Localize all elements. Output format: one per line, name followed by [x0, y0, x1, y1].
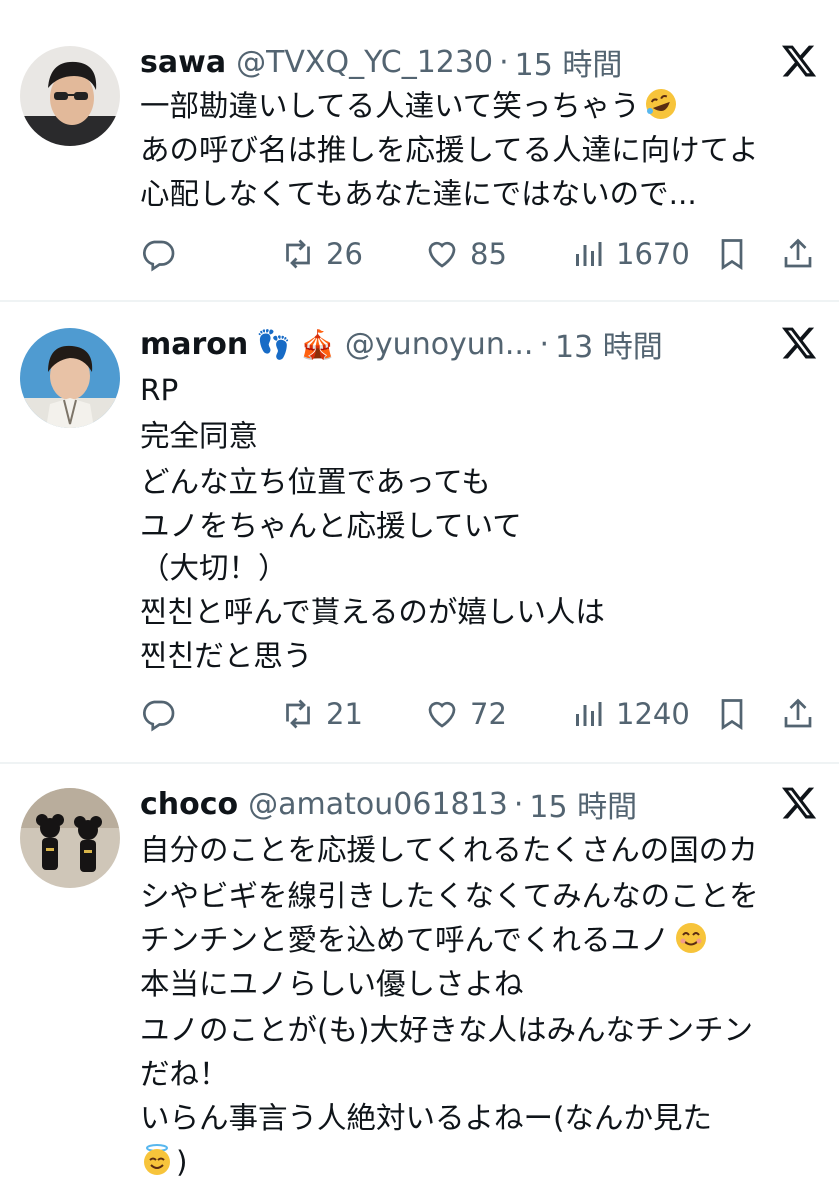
separator-dot: · — [513, 786, 524, 822]
tweet-text-line: チンチンと愛を込めて呼んでくれるユノ — [140, 918, 708, 962]
tweet-text: ) — [176, 1145, 188, 1179]
avatar[interactable] — [20, 788, 120, 888]
bookmark-icon — [714, 236, 750, 272]
retweet-icon — [280, 236, 316, 272]
tweet-text: 完全同意 — [140, 419, 259, 453]
like-count: 85 — [470, 237, 507, 271]
tweet-text: ユノをちゃんと応援していて — [140, 509, 522, 543]
bookmark-button[interactable] — [714, 692, 750, 736]
reply-icon — [140, 696, 176, 732]
like-count: 72 — [470, 697, 507, 731]
retweet-button[interactable]: 26 — [280, 232, 363, 276]
tweet-text: 一部勘違いしてる人達いて笑っちゃう — [140, 89, 640, 123]
rofl-emoji-icon — [644, 87, 678, 121]
smiling-face-emoji-icon — [674, 921, 708, 955]
x-logo-icon — [780, 324, 818, 362]
share-icon — [780, 696, 816, 732]
views-button[interactable]: 1240 — [570, 692, 690, 736]
user-handle[interactable]: @TVXQ_YC_1230 — [236, 45, 493, 80]
tweet-text: （大切！） — [140, 551, 288, 585]
tweet-header: choco @amatou061813 · 15 時間 — [140, 782, 637, 826]
tweet-actions: 26 85 1670 — [140, 232, 820, 276]
tweet-text-line: 一部勘違いしてる人達いて笑っちゃう — [140, 84, 678, 128]
tweet-text: どんな立ち位置であっても — [140, 465, 491, 499]
views-button[interactable]: 1670 — [570, 232, 690, 276]
share-icon — [780, 236, 816, 272]
timestamp[interactable]: 13 時間 — [555, 322, 663, 366]
tweet-header: maron 👣 🎪 @yunoyun... · 13 時間 — [140, 322, 663, 366]
name-emoji: 👣 🎪 — [256, 327, 335, 361]
avatar[interactable] — [20, 328, 120, 428]
views-icon — [570, 696, 606, 732]
bookmark-button[interactable] — [714, 232, 750, 276]
display-name[interactable]: sawa — [140, 45, 226, 80]
tweet-text: 찐친と呼んで貰えるのが嬉しい人は — [140, 595, 605, 629]
display-name[interactable]: maron — [140, 327, 248, 362]
tweet-header: sawa @TVXQ_YC_1230 · 15 時間 — [140, 40, 622, 84]
tweet-text: シやビギを線引きしたくなくてみんなのことを — [140, 879, 759, 913]
tweet-text: チンチンと愛を込めて呼んでくれるユノ — [140, 923, 670, 957]
tweet-text: あの呼び名は推しを応援してる人達に向けてよ — [140, 133, 759, 167]
retweet-button[interactable]: 21 — [280, 692, 363, 736]
tweet-text: いらん事言う人絶対いるよねー(なんか見た — [140, 1101, 713, 1135]
timestamp[interactable]: 15 時間 — [529, 782, 637, 826]
divider — [0, 300, 839, 302]
reply-icon — [140, 236, 176, 272]
retweet-count: 26 — [326, 237, 363, 271]
halo-face-emoji-icon — [140, 1143, 174, 1177]
retweet-count: 21 — [326, 697, 363, 731]
separator-dot: · — [539, 326, 549, 362]
avatar[interactable] — [20, 46, 120, 146]
x-logo-icon — [780, 42, 818, 80]
timestamp[interactable]: 15 時間 — [515, 40, 623, 84]
tweet-text: 自分のことを応援してくれるたくさんの国のカ — [140, 833, 758, 867]
bookmark-icon — [714, 696, 750, 732]
heart-icon — [424, 696, 460, 732]
display-name[interactable]: choco — [140, 787, 238, 822]
tweet-text-line: ) — [140, 1140, 188, 1184]
tweet-text: ユノのことが(も)大好きな人はみんなチンチン — [140, 1013, 754, 1047]
reply-button[interactable] — [140, 692, 176, 736]
reply-button[interactable] — [140, 232, 176, 276]
share-button[interactable] — [780, 692, 816, 736]
views-count: 1670 — [616, 237, 690, 271]
tweet-text: RP — [140, 373, 179, 407]
divider — [0, 762, 839, 764]
tweet-text: 心配しなくてもあなた達にではないので... — [140, 177, 697, 211]
like-button[interactable]: 85 — [424, 232, 507, 276]
tweet-text: だね！ — [140, 1057, 229, 1091]
share-button[interactable] — [780, 232, 816, 276]
x-logo-icon — [780, 784, 818, 822]
views-count: 1240 — [616, 697, 690, 731]
tweet-text: 찐친だと思う — [140, 639, 313, 673]
user-handle[interactable]: @amatou061813 — [248, 787, 508, 822]
tweet-text: 本当にユノらしい優しさよね — [140, 967, 524, 1001]
like-button[interactable]: 72 — [424, 692, 507, 736]
views-icon — [570, 236, 606, 272]
heart-icon — [424, 236, 460, 272]
tweet-actions: 21 72 1240 — [140, 692, 820, 736]
retweet-icon — [280, 696, 316, 732]
user-handle[interactable]: @yunoyun... — [345, 327, 534, 362]
separator-dot: · — [499, 44, 509, 80]
